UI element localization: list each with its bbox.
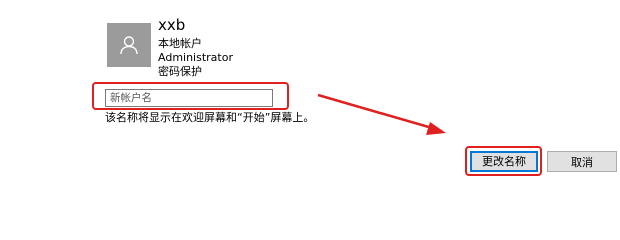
account-type: 本地帐户 <box>158 37 202 50</box>
cancel-button[interactable]: 取消 <box>547 151 617 172</box>
account-username: xxb <box>158 16 186 34</box>
user-icon <box>120 36 138 55</box>
account-group: Administrator <box>158 51 233 64</box>
rename-button[interactable]: 更改名称 <box>470 151 538 172</box>
new-account-name-input[interactable] <box>105 89 273 107</box>
rename-hint-text: 该名称将显示在欢迎屏幕和“开始”屏幕上。 <box>105 111 315 124</box>
avatar <box>107 23 151 67</box>
account-protection: 密码保护 <box>158 65 202 78</box>
